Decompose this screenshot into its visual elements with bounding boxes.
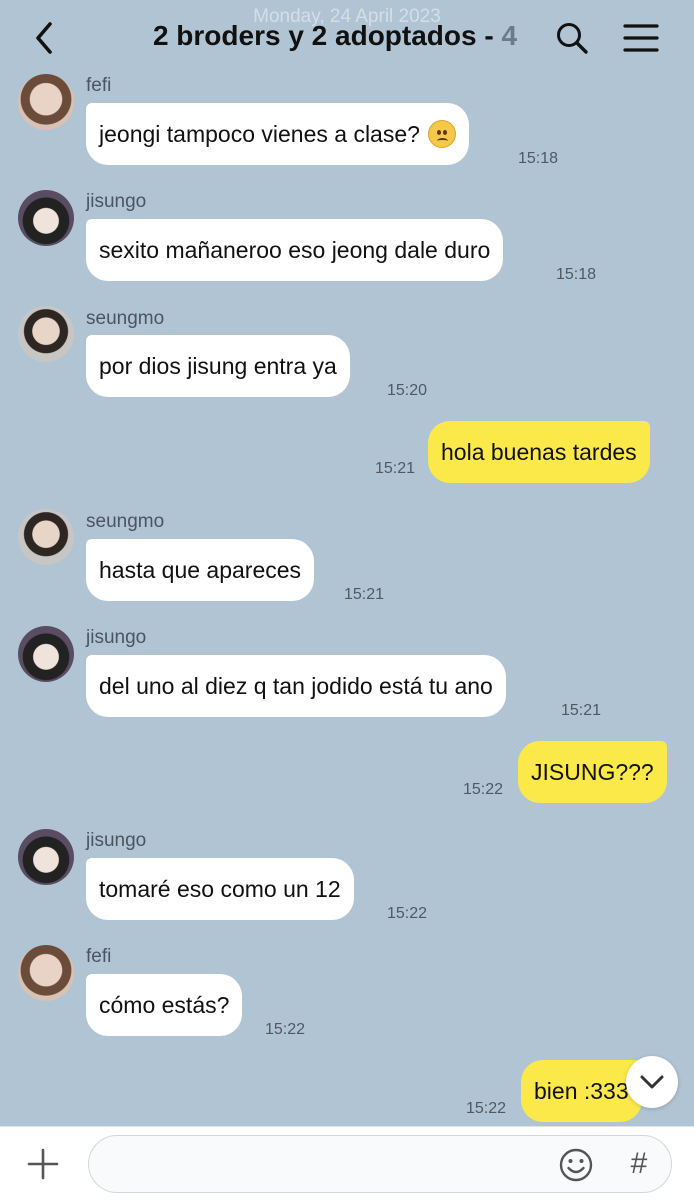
avatar[interactable]: [18, 509, 74, 565]
message-text: bien :333: [534, 1078, 629, 1104]
chat-title[interactable]: 2 broders y 2 adoptados - 4: [110, 20, 560, 52]
back-button[interactable]: [30, 18, 60, 58]
message-time: 15:21: [344, 586, 385, 603]
avatar[interactable]: [18, 74, 74, 130]
member-count: 4: [501, 20, 518, 51]
avatar[interactable]: [18, 626, 74, 682]
message-bubble[interactable]: hola buenas tardes: [428, 421, 650, 483]
message-time: 15:22: [463, 781, 504, 798]
message-text: jeongi tampoco vienes a clase?: [99, 121, 420, 147]
sender-name: jisungo: [86, 191, 147, 212]
sender-name: seungmo: [86, 511, 165, 532]
attach-button[interactable]: [26, 1147, 60, 1181]
hashtag-icon: #: [630, 1147, 648, 1180]
menu-button[interactable]: [622, 22, 660, 54]
sender-name: seungmo: [86, 308, 165, 329]
message-bubble[interactable]: del uno al diez q tan jodido está tu ano: [86, 655, 506, 717]
emoji-button[interactable]: [558, 1147, 594, 1183]
message-time: 15:21: [375, 460, 416, 477]
message-text: JISUNG???: [531, 759, 654, 785]
message-bubble[interactable]: hasta que apareces: [86, 539, 315, 601]
hashtag-button[interactable]: #: [622, 1145, 656, 1183]
chat-header: Monday, 24 April 2023 2 broders y 2 adop…: [0, 0, 694, 72]
message-time: 15:22: [387, 905, 428, 922]
sender-name: fefi: [86, 946, 112, 967]
message-input-bar: #: [0, 1126, 694, 1200]
message-text: tomaré eso como un 12: [99, 876, 341, 902]
message-bubble[interactable]: por dios jisung entra ya: [86, 335, 350, 397]
plus-icon: [27, 1148, 59, 1180]
avatar[interactable]: [18, 190, 74, 246]
search-icon: [557, 23, 588, 54]
hamburger-menu-icon: [623, 24, 659, 52]
message-bubble[interactable]: jeongi tampoco vienes a clase?: [86, 103, 469, 165]
message-text: sexito mañaneroo eso jeong dale duro: [99, 237, 491, 263]
message-time: 15:22: [265, 1021, 306, 1038]
emoji-icon: [559, 1148, 593, 1182]
message-time: 15:22: [466, 1100, 507, 1117]
chevron-down-icon: [640, 1075, 664, 1089]
message-time: 15:18: [556, 266, 597, 283]
message-text: del uno al diez q tan jodido está tu ano: [99, 673, 493, 699]
message-bubble[interactable]: tomaré eso como un 12: [86, 858, 354, 920]
message-bubble[interactable]: sexito mañaneroo eso jeong dale duro: [86, 219, 504, 281]
message-bubble[interactable]: JISUNG???: [518, 741, 667, 803]
chevron-left-icon: [36, 22, 52, 54]
frowning-face-emoji-icon: [427, 120, 456, 148]
scroll-to-bottom-button[interactable]: [626, 1056, 678, 1108]
sender-name: fefi: [86, 75, 112, 96]
sender-name: jisungo: [86, 627, 147, 648]
search-button[interactable]: [554, 20, 590, 56]
message-text: por dios jisung entra ya: [99, 353, 337, 379]
avatar[interactable]: [18, 829, 74, 885]
message-time: 15:21: [561, 702, 602, 719]
message-text: hasta que apareces: [99, 557, 302, 583]
message-text: hola buenas tardes: [441, 439, 637, 465]
message-text: cómo estás?: [99, 992, 230, 1018]
avatar[interactable]: [18, 945, 74, 1001]
chat-title-text: 2 broders y 2 adoptados -: [152, 20, 502, 51]
sender-name: jisungo: [86, 830, 147, 851]
avatar[interactable]: [18, 306, 74, 362]
message-bubble[interactable]: cómo estás?: [86, 974, 243, 1036]
message-time: 15:18: [518, 150, 559, 167]
message-time: 15:20: [387, 382, 428, 399]
message-bubble[interactable]: bien :333: [521, 1060, 642, 1122]
chat-screen: Monday, 24 April 2023 2 broders y 2 adop…: [0, 0, 694, 1200]
